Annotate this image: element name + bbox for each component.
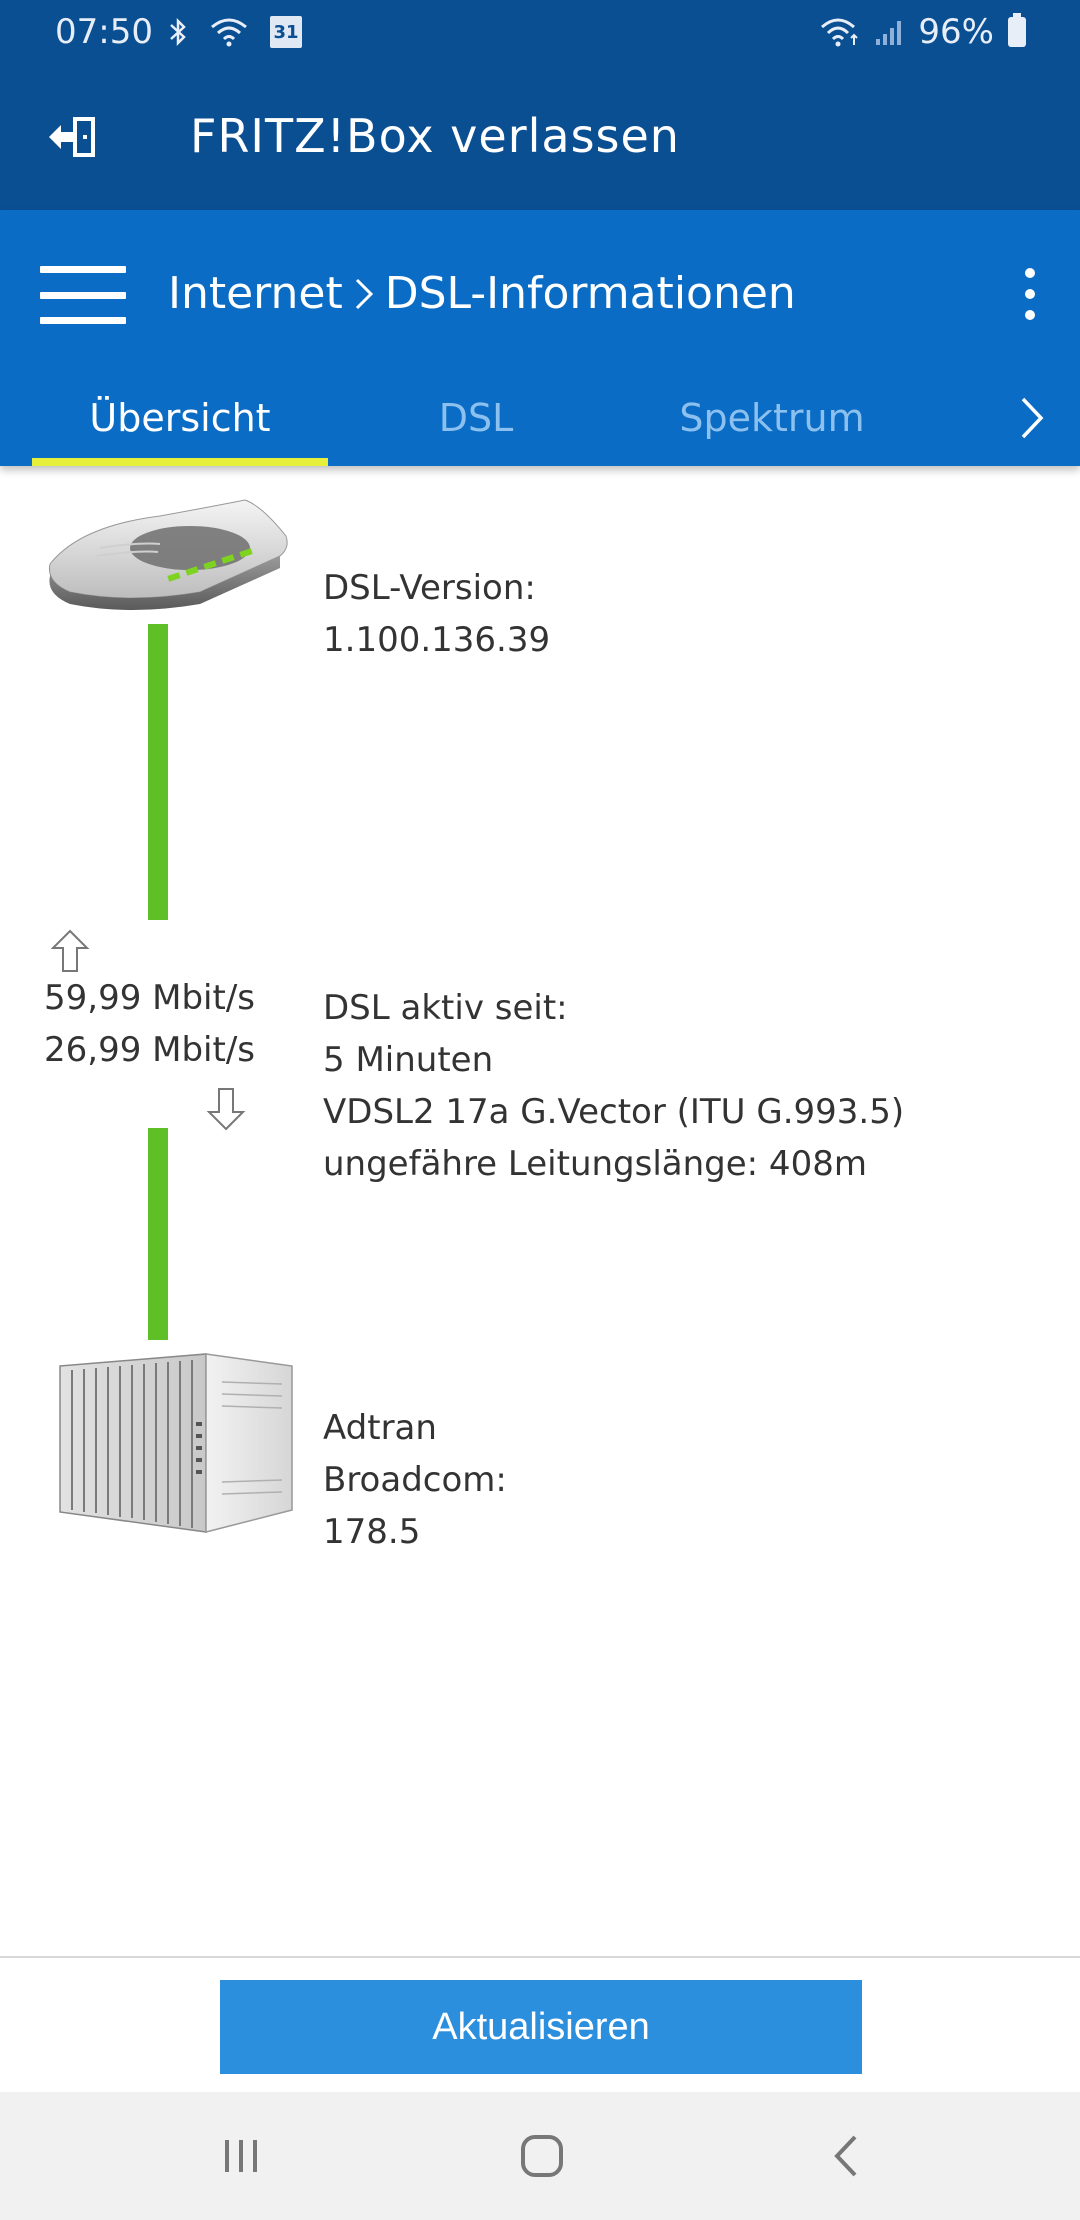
wifi-signal-icon: [821, 18, 859, 47]
dslam-chipset-version: 178.5: [323, 1512, 421, 1552]
home-icon: [521, 2135, 563, 2177]
back-icon: [834, 2135, 857, 2177]
more-dot: [1025, 289, 1035, 299]
status-time: 07:50: [55, 12, 153, 52]
wifi-icon: [211, 18, 247, 47]
bluetooth-icon: [170, 17, 186, 47]
fritz-header: FRITZ!Box verlassen: [0, 64, 1080, 210]
menu-icon-line: [40, 317, 126, 324]
router-image: [48, 499, 288, 610]
chevron-right-icon: [353, 274, 375, 314]
connection-info: DSL aktiv seit: 5 Minuten VDSL2 17a G.Ve…: [323, 982, 904, 1190]
dslam-info: Adtran Broadcom: 178.5: [323, 1402, 507, 1558]
upstream-rate: 59,99 Mbit/s: [44, 978, 256, 1018]
exit-icon: [49, 117, 95, 157]
tab-spektrum[interactable]: Spektrum: [624, 370, 920, 466]
system-nav-bar: [0, 2092, 1080, 2220]
breadcrumb-parent[interactable]: Internet: [168, 264, 343, 324]
menu-icon-line: [40, 291, 126, 299]
exit-button[interactable]: [40, 104, 106, 170]
menu-button[interactable]: [40, 258, 126, 332]
menu-icon-line: [40, 266, 126, 273]
dslam-chipset-label: Broadcom:: [323, 1460, 507, 1500]
line-length: ungefähre Leitungslänge: 408m: [323, 1144, 867, 1184]
connection-line-bottom: [148, 1128, 168, 1340]
status-icons-left: 31: [168, 12, 302, 52]
dslam-image: [59, 1353, 293, 1533]
download-arrow-icon: [206, 1088, 246, 1131]
cell-signal-icon: [876, 21, 902, 45]
back-button[interactable]: [806, 2126, 886, 2186]
overflow-menu-button[interactable]: [1010, 262, 1050, 326]
overview-content: 59,99 Mbit/s 26,99 Mbit/s DSL-Version: 1…: [0, 466, 1080, 1956]
app-bar: Internet DSL-Informationen Übersicht DSL…: [0, 210, 1080, 466]
home-button[interactable]: [502, 2126, 582, 2186]
tab-indicator: [32, 458, 328, 466]
chevron-right-icon: [1021, 397, 1044, 439]
battery-percentage: 96%: [918, 12, 994, 52]
tab-dsl[interactable]: DSL: [328, 370, 624, 466]
more-dot: [1025, 310, 1035, 320]
dsl-active-value: 5 Minuten: [323, 1040, 494, 1080]
dsl-version-label: DSL-Version:: [323, 568, 536, 608]
status-bar: 07:50 31 96%: [0, 0, 1080, 64]
dsl-standard: VDSL2 17a G.Vector (ITU G.993.5): [323, 1092, 905, 1132]
tab-uebersicht[interactable]: Übersicht: [32, 370, 328, 466]
update-button[interactable]: Aktualisieren: [220, 1980, 862, 2074]
breadcrumb: Internet DSL-Informationen: [168, 264, 796, 324]
recents-button[interactable]: [201, 2126, 281, 2186]
recents-icon: [225, 2140, 257, 2172]
calendar-icon: 31: [270, 16, 302, 48]
dsl-active-label: DSL aktiv seit:: [323, 988, 568, 1028]
downstream-rate: 26,99 Mbit/s: [44, 1030, 256, 1070]
dsl-version-value: 1.100.136.39: [323, 620, 551, 660]
more-dot: [1025, 268, 1035, 278]
tab-bar: Übersicht DSL Spektrum: [0, 370, 1080, 466]
router-info: DSL-Version: 1.100.136.39: [323, 562, 550, 666]
status-icons-right: 96%: [820, 12, 1026, 52]
connection-line-top: [148, 624, 168, 920]
breadcrumb-current: DSL-Informationen: [384, 268, 796, 319]
bottom-divider: [0, 1956, 1080, 1958]
upload-arrow-icon: [50, 929, 90, 972]
tab-scroll-right-button[interactable]: [1002, 388, 1062, 448]
fritz-title: FRITZ!Box verlassen: [190, 109, 680, 163]
dslam-vendor: Adtran: [323, 1408, 437, 1448]
battery-icon: [1008, 13, 1026, 47]
